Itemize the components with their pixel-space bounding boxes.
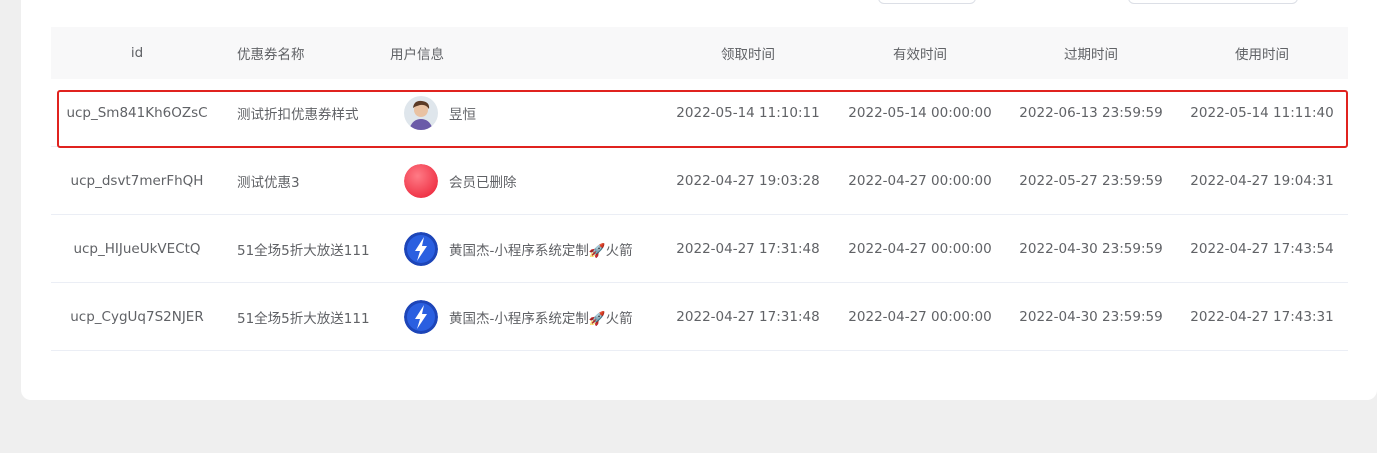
header-user-info: 用户信息	[390, 47, 444, 63]
coupon-name: 测试优惠3	[237, 174, 300, 191]
valid-time: 2022-04-27 00:00:00	[848, 240, 992, 257]
table-header: id 优惠券名称 用户信息 领取时间 有效时间 过期时间 使用时间	[51, 27, 1348, 79]
header-used-time: 使用时间	[1235, 47, 1289, 63]
user-name: 黄国杰-小程序系统定制🚀火箭	[449, 242, 633, 259]
expire-time: 2022-05-27 23:59:59	[1019, 172, 1163, 189]
valid-time: 2022-04-27 00:00:00	[848, 308, 992, 325]
table-row[interactable]: ucp_CygUq7S2NJER 51全场5折大放送111 黄国杰-小程序系统定…	[51, 283, 1348, 351]
user-name: 昱恒	[449, 106, 476, 123]
received-time: 2022-04-27 19:03:28	[676, 172, 820, 189]
header-expire-time: 过期时间	[1064, 47, 1118, 63]
red-circle-avatar-icon	[404, 163, 438, 198]
user-name: 黄国杰-小程序系统定制🚀火箭	[449, 310, 633, 327]
received-time: 2022-05-14 11:10:11	[676, 104, 820, 121]
header-received-time: 领取时间	[721, 47, 775, 63]
coupon-id: ucp_CygUq7S2NJER	[70, 308, 204, 325]
table-row[interactable]: ucp_HIJueUkVECtQ 51全场5折大放送111 黄国杰-小程序系统定…	[51, 215, 1348, 283]
table-row[interactable]: ucp_dsvt7merFhQH 测试优惠3 会员已删除 2022-04-27 …	[51, 147, 1348, 215]
coupon-id: ucp_Sm841Kh6OZsC	[66, 104, 208, 121]
received-time: 2022-04-27 17:31:48	[676, 240, 820, 257]
coupon-id: ucp_HIJueUkVECtQ	[73, 240, 201, 257]
expire-time: 2022-04-30 23:59:59	[1019, 308, 1163, 325]
coupon-name: 51全场5折大放送111	[237, 242, 370, 259]
user-info: 会员已删除	[390, 147, 660, 214]
user-name: 会员已删除	[449, 174, 517, 191]
lightning-avatar-icon	[404, 231, 438, 266]
coupon-id: ucp_dsvt7merFhQH	[70, 172, 204, 189]
valid-time: 2022-04-27 00:00:00	[848, 172, 992, 189]
used-time: 2022-05-14 11:11:40	[1190, 104, 1334, 121]
expire-time: 2022-06-13 23:59:59	[1019, 104, 1163, 121]
used-time: 2022-04-27 17:43:31	[1190, 308, 1334, 325]
used-time: 2022-04-27 19:04:31	[1190, 172, 1334, 189]
used-time: 2022-04-27 17:43:54	[1190, 240, 1334, 257]
received-time: 2022-04-27 17:31:48	[676, 308, 820, 325]
coupon-name: 测试折扣优惠券样式	[237, 106, 359, 123]
header-coupon-name: 优惠券名称	[237, 47, 305, 63]
coupon-usage-table: id 优惠券名称 用户信息 领取时间 有效时间 过期时间 使用时间 ucp_Sm…	[51, 27, 1348, 351]
user-info: 黄国杰-小程序系统定制🚀火箭	[390, 215, 660, 282]
user-info: 昱恒	[390, 79, 660, 146]
valid-time: 2022-05-14 00:00:00	[848, 104, 992, 121]
header-id: id	[130, 45, 144, 61]
lightning-avatar-icon	[404, 299, 438, 334]
person-avatar-icon	[404, 95, 438, 130]
filter-control[interactable]	[1128, 0, 1298, 4]
header-valid-time: 有效时间	[893, 47, 947, 63]
user-info: 黄国杰-小程序系统定制🚀火箭	[390, 283, 660, 350]
expire-time: 2022-04-30 23:59:59	[1019, 240, 1163, 257]
coupon-name: 51全场5折大放送111	[237, 310, 370, 327]
filter-control[interactable]	[878, 0, 976, 4]
table-row[interactable]: ucp_Sm841Kh6OZsC 测试折扣优惠券样式 昱恒 2022-05-14…	[51, 79, 1348, 147]
